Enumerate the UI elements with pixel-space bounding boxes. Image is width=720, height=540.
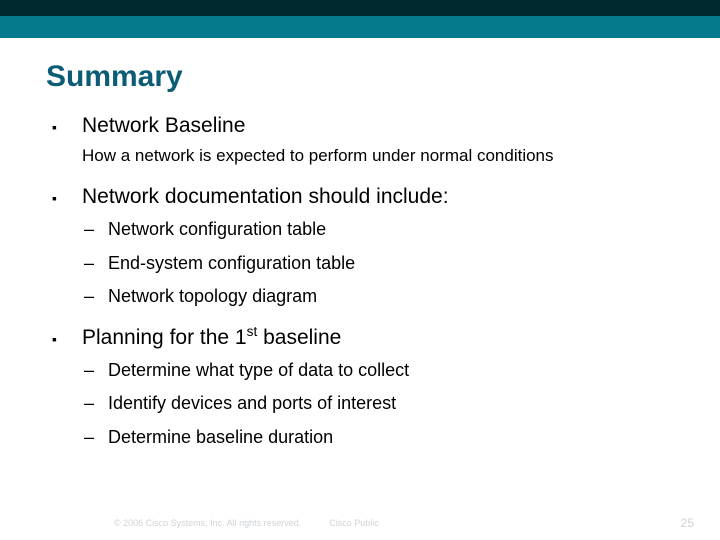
item-text: Network documentation should include: <box>82 183 449 211</box>
slide-content: ▪ Network Baseline How a network is expe… <box>0 112 720 450</box>
dash-bullet-icon: – <box>82 360 108 381</box>
slide-title: Summary <box>0 38 720 112</box>
sub-list-item: – Identify devices and ports of interest <box>82 391 668 416</box>
footer-copyright: © 2006 Cisco Systems, Inc. All rights re… <box>114 518 301 528</box>
footer-page-number: 25 <box>681 516 694 530</box>
sub-list: – Network configuration table – End-syst… <box>82 217 668 309</box>
top-bar <box>0 0 720 38</box>
list-item: ▪ Network documentation should include: … <box>52 183 668 309</box>
list-item: ▪ Network Baseline How a network is expe… <box>52 112 668 169</box>
square-bullet-icon: ▪ <box>52 189 82 209</box>
list-item: ▪ Planning for the 1st baseline – Determ… <box>52 323 668 450</box>
item-text: Network Baseline <box>82 112 245 140</box>
item-text: Planning for the 1st baseline <box>82 323 341 352</box>
slide-footer: © 2006 Cisco Systems, Inc. All rights re… <box>0 516 720 530</box>
dash-bullet-icon: – <box>82 253 108 274</box>
dash-bullet-icon: – <box>82 427 108 448</box>
dash-bullet-icon: – <box>82 219 108 240</box>
stripe-dark <box>0 0 720 16</box>
dash-bullet-icon: – <box>82 393 108 414</box>
square-bullet-icon: ▪ <box>52 330 82 350</box>
dash-bullet-icon: – <box>82 286 108 307</box>
sub-list: – Determine what type of data to collect… <box>82 358 668 450</box>
footer-label: Cisco Public <box>329 518 379 528</box>
sub-item-text: Network configuration table <box>108 217 326 242</box>
sub-list-item: – End-system configuration table <box>82 251 668 276</box>
bullet-list: ▪ Network Baseline How a network is expe… <box>52 112 668 450</box>
sub-list-item: – Network configuration table <box>82 217 668 242</box>
sub-item-text: End-system configuration table <box>108 251 355 276</box>
sub-list-item: – Determine baseline duration <box>82 425 668 450</box>
stripe-teal <box>0 16 720 38</box>
square-bullet-icon: ▪ <box>52 118 82 138</box>
sub-item-text: Network topology diagram <box>108 284 317 309</box>
sub-item-text: Determine baseline duration <box>108 425 333 450</box>
sub-list-item: – Network topology diagram <box>82 284 668 309</box>
sub-list-item: – Determine what type of data to collect <box>82 358 668 383</box>
item-description: How a network is expected to perform und… <box>82 144 668 169</box>
sub-item-text: Identify devices and ports of interest <box>108 391 396 416</box>
sub-item-text: Determine what type of data to collect <box>108 358 409 383</box>
